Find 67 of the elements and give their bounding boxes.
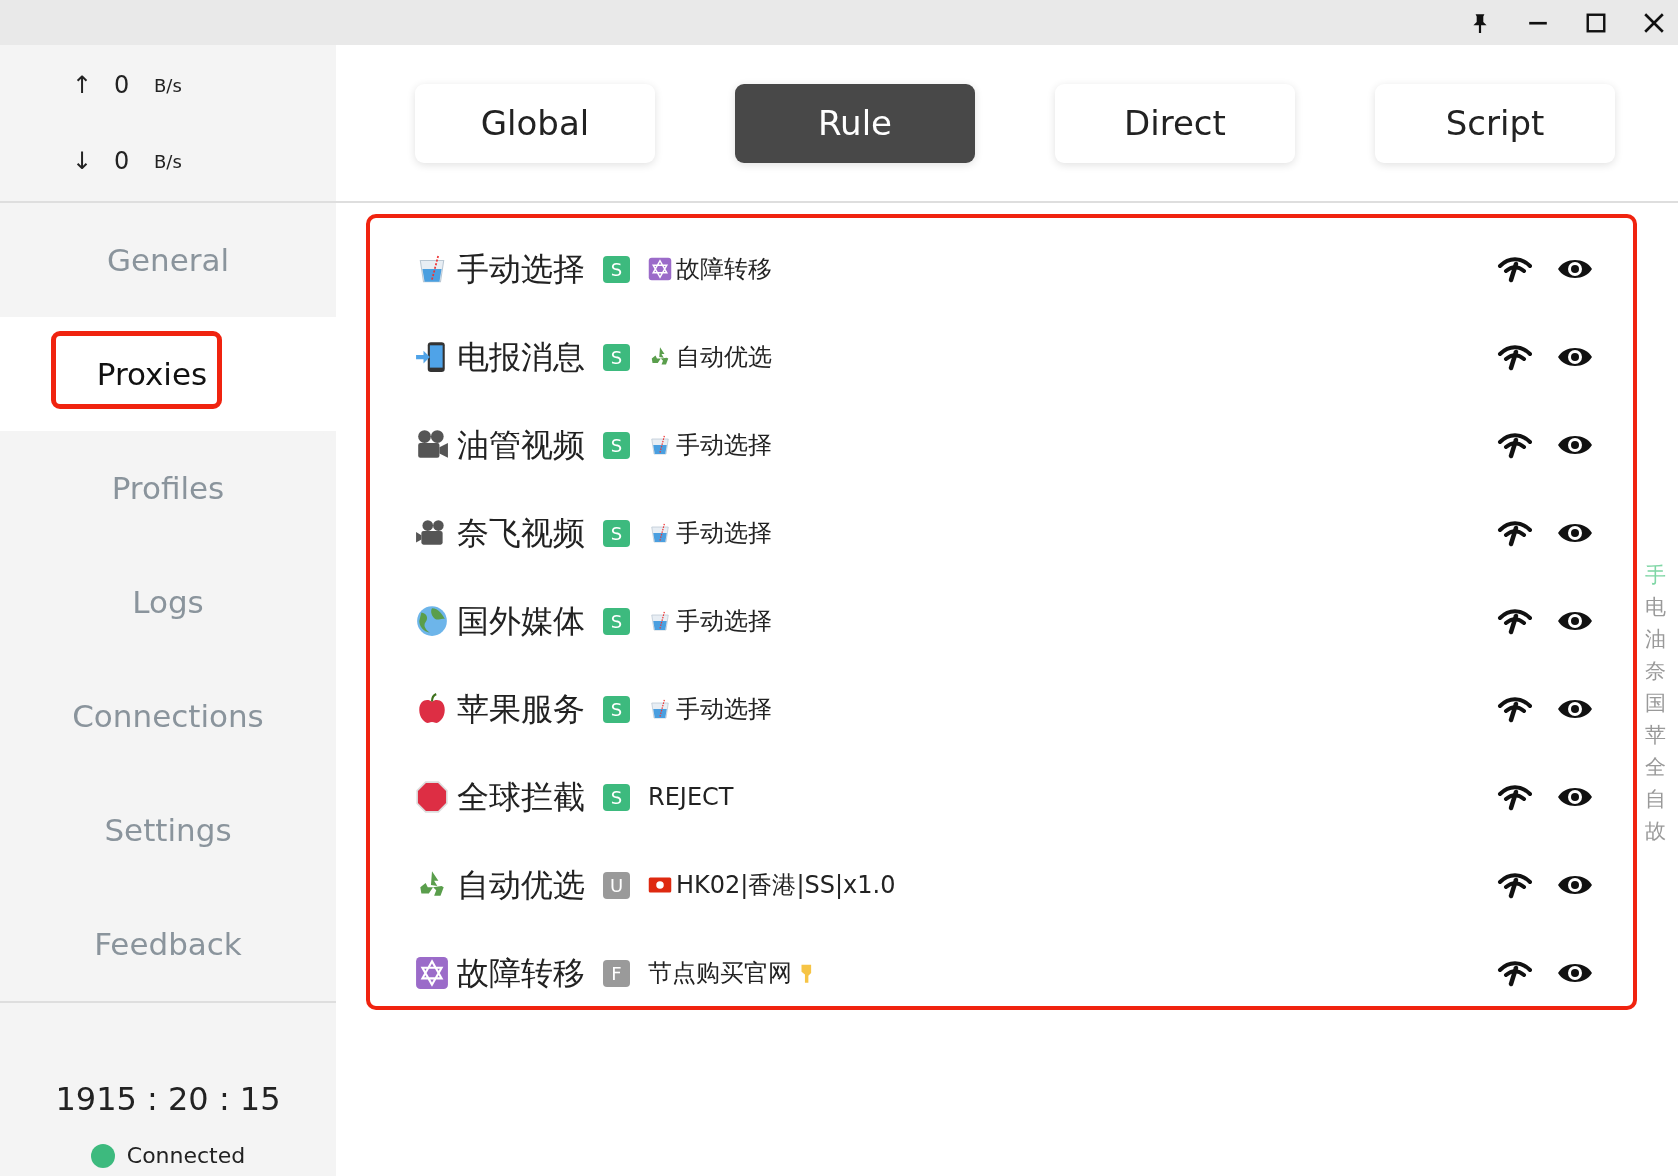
- selected-proxy: HK02|香港|SS|x1.0: [676, 870, 896, 901]
- group-name: 故障转移: [457, 953, 585, 994]
- mode-tab[interactable]: Direct: [1055, 83, 1295, 163]
- group-name: 手动选择: [457, 249, 585, 290]
- mode-tab[interactable]: Rule: [735, 83, 975, 163]
- arrow-text: ↑: [72, 70, 94, 101]
- speed-value: 0: [114, 146, 131, 177]
- index-letter[interactable]: 手: [1645, 559, 1666, 591]
- index-letter[interactable]: 全: [1645, 751, 1666, 783]
- type-badge: S: [603, 607, 630, 635]
- selected-proxy: 节点购买官网: [648, 958, 792, 989]
- group-name: 自动优选: [457, 865, 585, 906]
- mode-tab[interactable]: Global: [415, 83, 655, 163]
- selected-proxy: 故障转移: [676, 254, 772, 285]
- speed-unit: B/s: [154, 149, 183, 174]
- index-letter[interactable]: 电: [1645, 591, 1666, 623]
- selected-proxy: 手动选择: [676, 694, 772, 725]
- type-badge: S: [603, 783, 630, 811]
- group-name: 电报消息: [457, 337, 585, 378]
- speed-unit: B/s: [154, 73, 183, 98]
- index-letter[interactable]: 自: [1645, 783, 1666, 815]
- star-icon: [648, 257, 672, 281]
- wifi-icon[interactable]: [1497, 695, 1533, 723]
- type-badge: S: [603, 695, 630, 723]
- maximize-icon[interactable]: [1585, 11, 1607, 34]
- status-text: Connected: [126, 1142, 246, 1170]
- nav-item[interactable]: Proxies: [0, 317, 336, 431]
- wifi-icon[interactable]: [1497, 431, 1533, 459]
- selected-proxy: 手动选择: [676, 518, 772, 549]
- mode-tab[interactable]: Script: [1375, 83, 1615, 163]
- type-badge: S: [603, 255, 630, 283]
- uptime-text: 1915 : 20 : 15: [55, 1079, 281, 1120]
- wifi-icon[interactable]: [1497, 519, 1533, 547]
- arrow-text: ↓: [72, 146, 94, 177]
- type-badge: S: [603, 431, 630, 459]
- group-name: 奈飞视频: [457, 513, 585, 554]
- type-badge: F: [603, 959, 630, 987]
- wifi-icon[interactable]: [1497, 783, 1533, 811]
- speed-value: 0: [114, 70, 131, 101]
- index-letter[interactable]: 国: [1645, 687, 1666, 719]
- index-letter[interactable]: 奈: [1645, 655, 1666, 687]
- wifi-icon[interactable]: [1497, 255, 1533, 283]
- selected-proxy: REJECT: [648, 782, 734, 813]
- cup-icon: [648, 433, 672, 457]
- selected-proxy: 手动选择: [676, 606, 772, 637]
- wifi-icon[interactable]: [1497, 343, 1533, 371]
- cup-icon: [648, 609, 672, 633]
- cup-icon: [648, 521, 672, 545]
- close-icon[interactable]: [1643, 11, 1665, 34]
- cup-icon: [648, 697, 672, 721]
- group-name: 国外媒体: [457, 601, 585, 642]
- group-name: 苹果服务: [457, 689, 585, 730]
- wifi-icon[interactable]: [1497, 607, 1533, 635]
- wifi-icon[interactable]: [1497, 959, 1533, 987]
- wifi-icon[interactable]: [1497, 871, 1533, 899]
- index-letter[interactable]: 苹: [1645, 719, 1666, 751]
- index-letter[interactable]: 油: [1645, 623, 1666, 655]
- type-badge: S: [603, 343, 630, 371]
- type-badge: S: [603, 519, 630, 547]
- index-letter[interactable]: 故: [1645, 815, 1666, 847]
- type-badge: U: [603, 871, 630, 899]
- stop-sign-icon: [415, 780, 449, 814]
- globe-icon: [415, 604, 449, 638]
- group-name: 全球拦截: [457, 777, 585, 818]
- selected-proxy: 手动选择: [676, 430, 772, 461]
- selected-proxy: 自动优选: [676, 342, 772, 373]
- group-name: 油管视频: [457, 425, 585, 466]
